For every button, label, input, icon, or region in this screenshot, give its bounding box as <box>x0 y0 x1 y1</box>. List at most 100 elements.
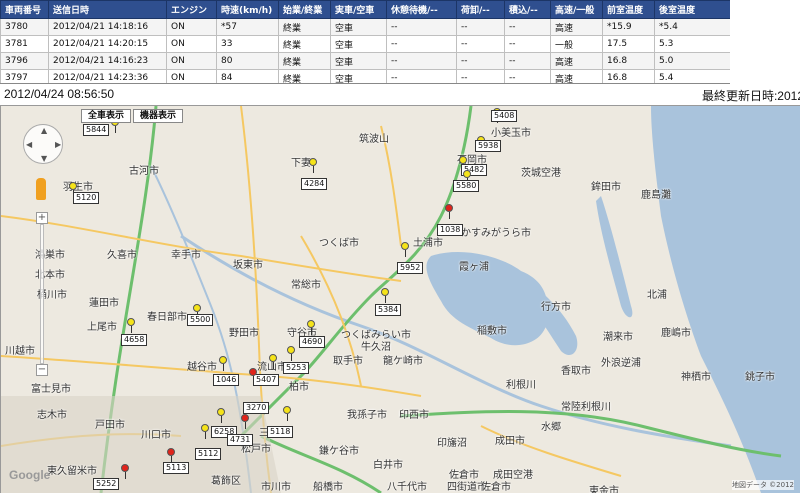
vehicle-number-label[interactable]: 4284 <box>301 178 328 190</box>
vehicle-pin-yellow-icon[interactable] <box>401 242 409 257</box>
vehicle-number-label[interactable]: 5112 <box>195 448 222 460</box>
pan-left-icon[interactable]: ◀ <box>26 140 32 149</box>
show-all-vehicles-button[interactable]: 全車表示 <box>81 109 132 123</box>
vehicle-number-label[interactable]: 5113 <box>163 462 190 474</box>
vehicle-number-label[interactable]: 5952 <box>397 262 424 274</box>
place-label: 鹿嶋市 <box>661 328 691 339</box>
column-header[interactable]: 時速(km/h) <box>216 0 279 19</box>
street-view-pegman-icon[interactable] <box>36 178 46 200</box>
map-base-layer <box>1 106 800 493</box>
table-row[interactable]: 3780 2012/04/21 14:18:16 ON *57 終業 空車 -- -- -- 高速… <box>0 18 730 36</box>
pan-up-icon[interactable]: ▲ <box>41 126 47 135</box>
place-label: 川越市 <box>5 346 35 357</box>
place-label: 成田空港 <box>493 470 533 481</box>
place-label: 行方市 <box>541 302 571 313</box>
vehicle-pin-red-icon[interactable] <box>249 368 257 383</box>
vehicle-pin-yellow-icon[interactable] <box>309 158 317 173</box>
pan-down-icon[interactable]: ▼ <box>41 154 47 163</box>
zoom-slider[interactable] <box>40 224 44 364</box>
vehicle-number-label[interactable]: 5118 <box>267 426 294 438</box>
place-label: つくば市 <box>319 238 359 249</box>
column-header[interactable]: エンジン <box>166 0 217 19</box>
table-row[interactable]: 3781 2012/04/21 14:20:15 ON 33 終業 空車 -- -- -- 一般 1… <box>0 35 730 53</box>
vehicle-pin-yellow-icon[interactable] <box>287 346 295 361</box>
map-copyright[interactable]: 地図データ ©2012 <box>731 480 794 490</box>
vehicle-number-label[interactable]: 4690 <box>299 336 326 348</box>
table-row[interactable]: 3797 2012/04/21 14:23:36 ON 84 終業 空車 -- -- -- 高速 1… <box>0 69 730 83</box>
place-label: 印西市 <box>399 410 429 421</box>
zoom-in-button[interactable]: + <box>36 212 48 224</box>
table-cell: -- <box>456 35 505 53</box>
vehicle-pin-red-icon[interactable] <box>241 414 249 429</box>
place-label: 鹿島灘 <box>641 190 671 201</box>
table-cell: 高速 <box>550 69 603 83</box>
vehicle-number-label[interactable]: 5938 <box>475 140 502 152</box>
table-cell: -- <box>386 18 457 36</box>
map-view[interactable]: 筑波山 下妻 小美玉市 石岡市 茨城空港 鉾田市 古河市 羽生市 鹿島灘 つくば市 かすみがうら市土… <box>0 106 800 493</box>
vehicle-number-label[interactable]: 5120 <box>73 192 100 204</box>
vehicle-pin-yellow-icon[interactable] <box>193 304 201 319</box>
vehicle-pin-yellow-icon[interactable] <box>463 170 471 185</box>
table-cell: 空車 <box>330 52 387 70</box>
vehicle-pin-yellow-icon[interactable] <box>69 182 77 197</box>
column-header[interactable]: 後室温度 <box>654 0 730 19</box>
pan-right-icon[interactable]: ▶ <box>55 140 61 149</box>
column-header[interactable]: 荷卸/-- <box>456 0 505 19</box>
vehicle-number-label[interactable]: 1046 <box>213 374 240 386</box>
vehicle-number-label[interactable]: 4658 <box>121 334 148 346</box>
table-cell: 84 <box>216 69 279 83</box>
column-header[interactable]: 休憩待機/-- <box>386 0 457 19</box>
place-label: 川口市 <box>141 430 171 441</box>
vehicle-number-label[interactable]: 5252 <box>93 478 120 490</box>
table-cell: *57 <box>216 18 279 36</box>
vehicle-pin-yellow-icon[interactable] <box>459 156 467 171</box>
place-label: 鎌ケ谷市 <box>319 446 359 457</box>
vehicle-pin-yellow-icon[interactable] <box>217 408 225 423</box>
vehicle-pin-red-icon[interactable] <box>167 448 175 463</box>
vehicle-number-label[interactable]: 5253 <box>283 362 310 374</box>
table-cell: 2012/04/21 14:18:16 <box>48 18 167 36</box>
table-cell: ON <box>166 69 217 83</box>
vehicle-pin-red-icon[interactable] <box>445 204 453 219</box>
table-cell: ON <box>166 35 217 53</box>
column-header[interactable]: 実車/空車 <box>330 0 387 19</box>
vehicle-pin-yellow-icon[interactable] <box>127 318 135 333</box>
vehicle-number-label[interactable]: 4731 <box>227 434 254 446</box>
table-cell: -- <box>386 52 457 70</box>
place-label: 越谷市 <box>187 362 217 373</box>
table-cell: -- <box>386 69 457 83</box>
vehicle-number-label[interactable]: 3270 <box>243 402 270 414</box>
vehicle-number-label[interactable]: 1038 <box>437 224 464 236</box>
place-label: 坂東市 <box>233 260 263 271</box>
vehicle-pin-yellow-icon[interactable] <box>269 354 277 369</box>
column-header[interactable]: 車両番号 <box>0 0 49 19</box>
zoom-out-button[interactable]: − <box>36 364 48 376</box>
vehicle-number-label[interactable]: 5384 <box>375 304 402 316</box>
table-cell: 2012/04/21 14:20:15 <box>48 35 167 53</box>
column-header[interactable]: 始業/終業 <box>278 0 331 19</box>
vehicle-number-label[interactable]: 5580 <box>453 180 480 192</box>
vehicle-number-label[interactable]: 5407 <box>253 374 280 386</box>
column-header[interactable]: 送信日時 <box>48 0 167 19</box>
table-cell: 16.8 <box>602 69 655 83</box>
vehicle-pin-red-icon[interactable] <box>121 464 129 479</box>
column-header[interactable]: 前室温度 <box>602 0 655 19</box>
place-label: 戸田市 <box>95 420 125 431</box>
place-label: 稲敷市 <box>477 326 507 337</box>
table-row[interactable]: 3796 2012/04/21 14:16:23 ON 80 終業 空車 -- -- -- 高速 1… <box>0 52 730 70</box>
vehicle-pin-yellow-icon[interactable] <box>219 356 227 371</box>
place-label: 鉾田市 <box>591 182 621 193</box>
place-label: 土浦市 <box>413 238 443 249</box>
vehicle-pin-yellow-icon[interactable] <box>307 320 315 335</box>
vehicle-pin-yellow-icon[interactable] <box>201 424 209 439</box>
vehicle-pin-yellow-icon[interactable] <box>381 288 389 303</box>
vehicle-number-label[interactable]: 5408 <box>491 110 518 122</box>
vehicle-pin-yellow-icon[interactable] <box>283 406 291 421</box>
column-header[interactable]: 積込/-- <box>504 0 551 19</box>
table-cell: 5.0 <box>654 52 730 70</box>
pan-control[interactable]: ▲ ◀ ▶ ▼ <box>23 124 63 164</box>
show-devices-button[interactable]: 機器表示 <box>133 109 184 123</box>
column-header[interactable]: 高速/一般 <box>550 0 603 19</box>
vehicle-number-label[interactable]: 5500 <box>187 314 214 326</box>
vehicle-number-label[interactable]: 5844 <box>83 124 110 136</box>
